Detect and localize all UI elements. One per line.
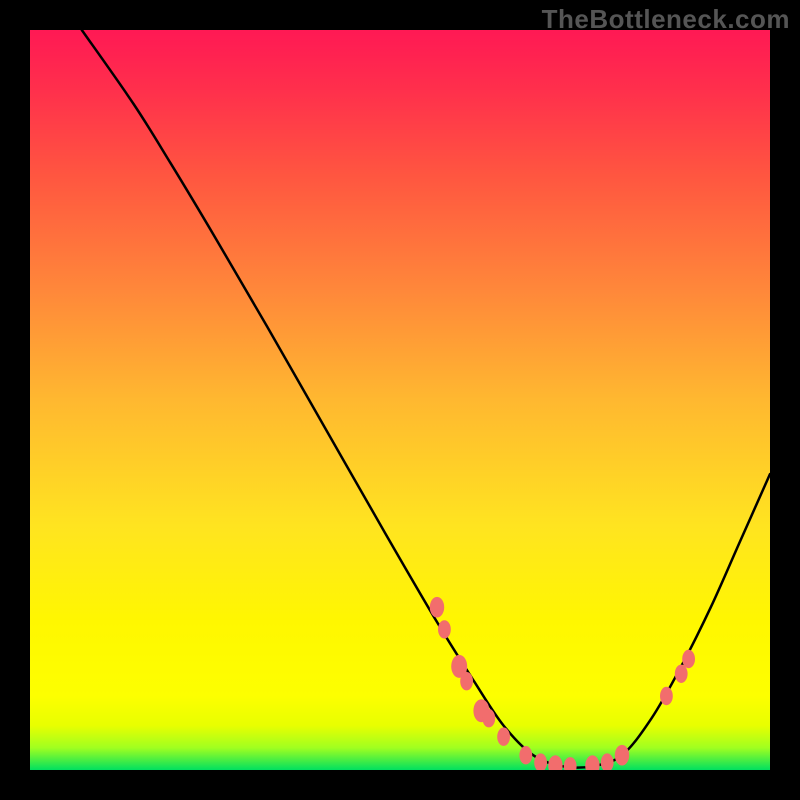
data-marker [430,597,444,618]
data-marker [438,620,451,638]
data-marker [497,728,510,746]
watermark-label: TheBottleneck.com [542,4,790,35]
data-marker [548,755,562,770]
data-marker [482,709,495,727]
data-marker [585,755,599,770]
data-marker [564,757,577,770]
plot-area [30,30,770,770]
markers-group [430,597,695,770]
data-marker [675,665,688,683]
performance-curve [82,30,770,768]
data-marker [519,746,532,764]
chart-svg [30,30,770,770]
data-marker [660,687,673,705]
data-marker [601,753,614,770]
chart-container: TheBottleneck.com [0,0,800,800]
data-marker [682,650,695,668]
data-marker [615,745,629,766]
data-marker [460,672,473,690]
